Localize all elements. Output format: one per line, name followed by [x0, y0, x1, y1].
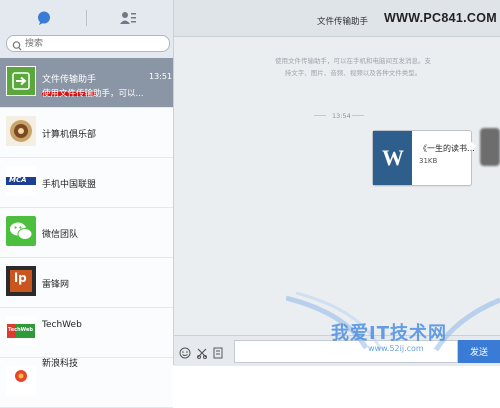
user-avatar[interactable]	[480, 128, 500, 166]
file-transfer-avatar-icon	[6, 66, 36, 96]
system-notice: 使用文件传输助手，可以在手机和电脑间互发消息。支持文字、图片、音频、视频以及各种…	[275, 57, 431, 77]
bubble-tail	[470, 141, 476, 151]
search-icon	[12, 37, 22, 56]
techweb-logo-text: TechWeb	[8, 327, 33, 333]
chat-item-techweb[interactable]: TechWeb TechWeb	[0, 308, 173, 358]
watermark-top: WWW.PC841.COM	[384, 11, 497, 25]
contacts-tab-icon[interactable]	[120, 10, 136, 29]
timestamp: 13:54	[332, 112, 351, 120]
chat-item-name: 计算机俱乐部	[42, 130, 97, 140]
chat-item-name: TechWeb	[42, 320, 82, 330]
watermark-url: www.52ij.com	[368, 344, 424, 353]
chat-item-mobile-china[interactable]: MCA 手机中国联盟	[0, 158, 173, 208]
emoji-icon[interactable]	[179, 344, 191, 363]
sidebar: 文件传输助手 13:51 使用文件传输助手，可以... 计算机俱乐部 MCA 手…	[0, 0, 174, 408]
chat-item-name: 文件传输助手	[42, 75, 97, 85]
chat-item-sina-tech[interactable]: 新浪科技	[0, 358, 173, 408]
mobile-china-avatar-icon: MCA	[6, 166, 36, 196]
screenshot-icon[interactable]	[196, 344, 208, 363]
wechat-avatar-icon	[6, 216, 36, 246]
chat-item-name: 微信团队	[42, 230, 79, 240]
file-size: 31KB	[419, 157, 438, 165]
chat-title: 文件传输助手	[317, 17, 369, 27]
mca-logo-text: MCA	[9, 176, 27, 184]
chat-list: 文件传输助手 13:51 使用文件传输助手，可以... 计算机俱乐部 MCA 手…	[0, 58, 173, 408]
sina-tech-avatar-icon	[6, 366, 36, 396]
tab-divider	[86, 10, 87, 26]
chat-item-time: 13:51	[149, 72, 173, 81]
search-box[interactable]	[6, 35, 170, 52]
chat-tab-icon[interactable]	[37, 10, 51, 29]
chat-item-name: 手机中国联盟	[42, 180, 97, 190]
search-input[interactable]	[25, 36, 163, 51]
chat-item-name: 雷锋网	[42, 280, 70, 290]
chat-item-wechat-team[interactable]: 微信团队	[0, 208, 173, 258]
file-icon-letter: W	[382, 145, 404, 170]
techweb-avatar-icon: TechWeb	[6, 316, 36, 346]
leiphone-avatar-icon: lp	[6, 266, 36, 296]
file-message-bubble[interactable]: W 《一生的读书... 31KB	[372, 130, 475, 186]
chat-header: 文件传输助手 WWW.PC841.COM	[174, 0, 500, 37]
timestamp-divider: 13:54	[314, 112, 364, 120]
timestamp-rule-left	[314, 115, 326, 116]
chat-item-file-transfer[interactable]: 文件传输助手 13:51 使用文件传输助手，可以...	[0, 58, 173, 108]
chat-item-leiphone[interactable]: lp 雷锋网	[0, 258, 173, 308]
computer-club-avatar-icon	[6, 116, 36, 146]
file-name: 《一生的读书...	[419, 144, 475, 153]
watermark-bottom: 我爱IT技术网	[331, 323, 447, 344]
chat-item-computer-club[interactable]: 计算机俱乐部	[0, 108, 173, 158]
timestamp-rule-right	[352, 115, 364, 116]
file-icon[interactable]	[213, 344, 223, 363]
chat-item-preview: 使用文件传输助手，可以...	[42, 89, 144, 99]
leiphone-logo-text: lp	[14, 271, 27, 285]
chat-item-name: 新浪科技	[42, 359, 79, 369]
sidebar-tabs	[0, 0, 173, 34]
word-file-icon: W	[373, 131, 412, 185]
